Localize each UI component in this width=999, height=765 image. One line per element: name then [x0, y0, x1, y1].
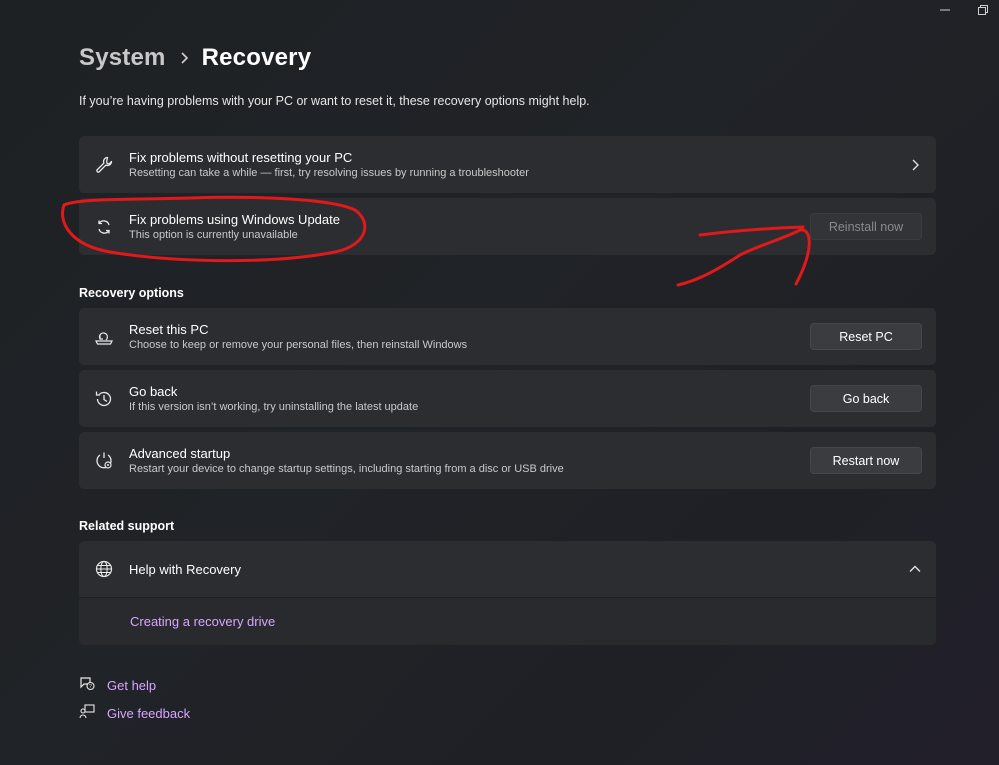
card-go-back: Go back If this version isn’t working, t… [79, 370, 936, 427]
card-troubleshoot[interactable]: Fix problems without resetting your PC R… [79, 136, 936, 193]
minimize-icon[interactable] [937, 2, 953, 18]
intro-text: If you’re having problems with your PC o… [79, 94, 590, 108]
give-feedback-link[interactable]: Give feedback [79, 703, 190, 724]
chevron-right-icon [894, 158, 936, 172]
wrench-icon [79, 155, 129, 175]
card-subtitle: Choose to keep or remove your personal f… [129, 338, 468, 351]
go-back-button[interactable]: Go back [810, 385, 922, 412]
card-advanced-startup: Advanced startup Restart your device to … [79, 432, 936, 489]
card-title: Fix problems without resetting your PC [129, 149, 353, 165]
feedback-icon [79, 703, 95, 724]
breadcrumb-system[interactable]: System [79, 44, 166, 72]
card-subtitle: This option is currently unavailable [129, 228, 298, 241]
get-help-link[interactable]: ? Get help [79, 675, 156, 696]
give-feedback-label: Give feedback [107, 706, 191, 721]
chevron-up-icon[interactable] [894, 564, 936, 574]
related-support-heading: Related support [79, 519, 175, 533]
restore-icon[interactable] [975, 2, 991, 18]
card-title: Advanced startup [129, 445, 231, 461]
creating-recovery-drive-link[interactable]: Creating a recovery drive [130, 614, 275, 629]
breadcrumb: System Recovery [79, 44, 311, 72]
card-reset-pc: Reset this PC Choose to keep or remove y… [79, 308, 936, 365]
card-subtitle: Restart your device to change startup se… [129, 462, 564, 475]
chevron-right-icon [166, 51, 202, 65]
recovery-options-heading: Recovery options [79, 286, 184, 300]
expander-title: Help with Recovery [129, 561, 241, 577]
globe-icon [79, 559, 129, 579]
get-help-label: Get help [107, 678, 157, 693]
card-title: Go back [129, 383, 178, 399]
reset-pc-button[interactable]: Reset PC [810, 323, 922, 350]
restart-now-button[interactable]: Restart now [810, 447, 922, 474]
reset-pc-icon [79, 328, 129, 346]
expander-body: Creating a recovery drive [79, 598, 936, 645]
card-title: Reset this PC [129, 321, 209, 337]
card-subtitle: If this version isn’t working, try unins… [129, 400, 419, 413]
help-with-recovery-expander: Help with Recovery Creating a recovery d… [79, 541, 936, 645]
advanced-startup-icon [79, 451, 129, 471]
card-subtitle: Resetting can take a while — first, try … [129, 166, 529, 179]
card-title: Fix problems using Windows Update [129, 211, 340, 227]
history-icon [79, 389, 129, 409]
reinstall-now-button[interactable]: Reinstall now [810, 213, 922, 240]
svg-text:?: ? [89, 684, 92, 690]
page-title: Recovery [201, 44, 312, 71]
card-windows-update: Fix problems using Windows Update This o… [79, 198, 936, 255]
sync-icon [79, 218, 129, 236]
window-controls [937, 2, 991, 18]
help-chat-icon: ? [79, 675, 95, 696]
expander-header[interactable]: Help with Recovery [79, 541, 936, 598]
